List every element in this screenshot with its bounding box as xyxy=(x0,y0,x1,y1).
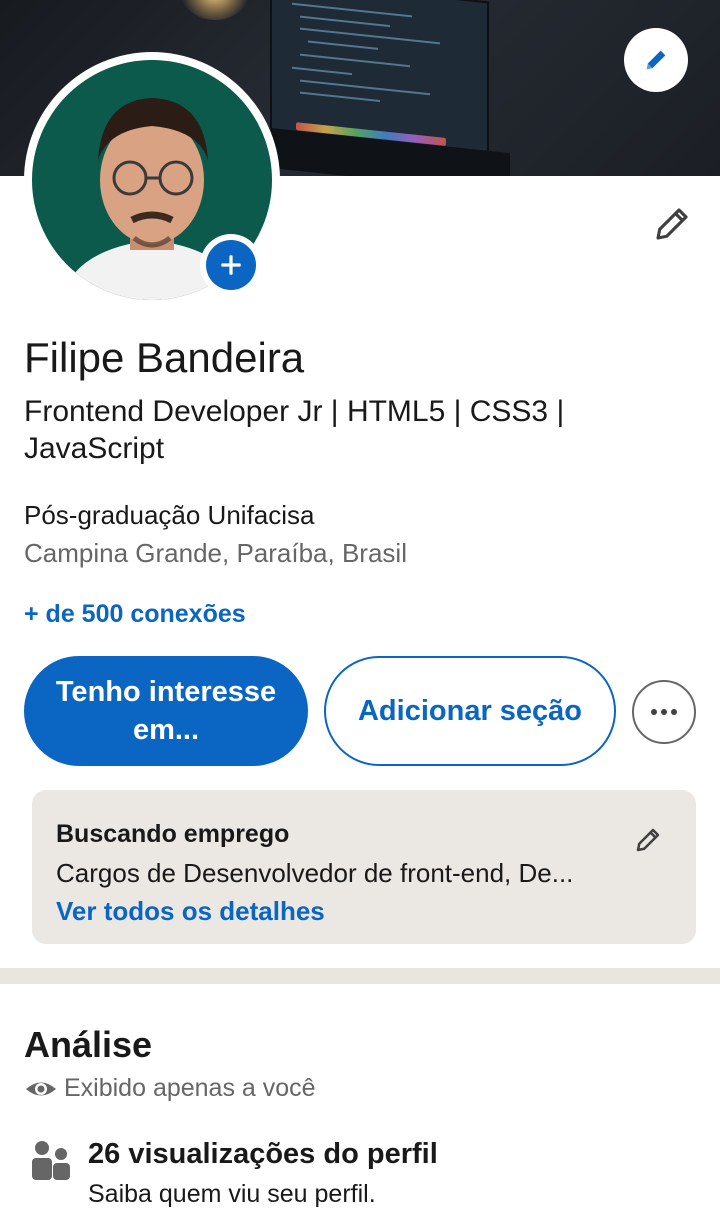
visibility-note: Exibido apenas a você xyxy=(24,1074,316,1103)
see-all-details-link[interactable]: Ver todos os detalhes xyxy=(56,896,325,927)
profile-name: Filipe Bandeira xyxy=(24,334,305,381)
more-actions-button[interactable] xyxy=(632,680,696,744)
edit-intro-button[interactable] xyxy=(648,200,696,248)
add-photo-button[interactable] xyxy=(200,234,262,296)
analytics-title: Análise xyxy=(24,1024,153,1065)
profile-views-stat[interactable]: 26 visualizações do perfil Saiba quem vi… xyxy=(24,1134,704,1214)
pencil-icon xyxy=(646,50,666,70)
connections-link[interactable]: + de 500 conexões xyxy=(24,597,246,631)
open-to-button[interactable]: Tenho interesse em... xyxy=(24,656,308,766)
open-to-work-card[interactable]: Buscando emprego Cargos de Desenvolvedor… xyxy=(32,790,696,944)
people-icon xyxy=(32,1141,70,1180)
lamp-light xyxy=(180,0,250,20)
eye-icon xyxy=(26,1082,56,1095)
profile-education: Pós-graduação Unifacisa xyxy=(24,500,315,530)
edit-open-to-work-button[interactable] xyxy=(628,820,668,860)
pencil-icon xyxy=(636,828,660,852)
pencil-icon xyxy=(656,208,688,240)
section-divider xyxy=(0,968,720,984)
open-to-work-description: Cargos de Desenvolvedor de front-end, De… xyxy=(56,858,574,888)
profile-views-count: 26 visualizações do perfil xyxy=(88,1138,438,1170)
profile-headline: Frontend Developer Jr | HTML5 | CSS3 | J… xyxy=(24,395,565,465)
profile-views-subtitle: Saiba quem viu seu perfil. xyxy=(88,1180,376,1208)
profile-location: Campina Grande, Paraíba, Brasil xyxy=(24,538,407,568)
plus-icon xyxy=(221,255,241,275)
ellipsis-icon xyxy=(651,709,677,715)
add-section-button[interactable]: Adicionar seção xyxy=(324,656,616,766)
edit-cover-button[interactable] xyxy=(624,28,688,92)
visibility-note-text: Exibido apenas a você xyxy=(64,1074,316,1102)
open-to-work-title: Buscando emprego xyxy=(56,820,290,848)
